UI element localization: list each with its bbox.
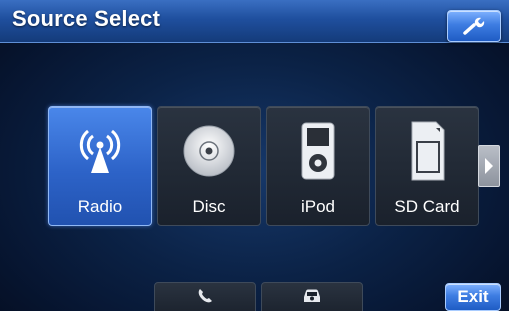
source-select-screen: Source Select Radio Disc iPod SD Card Ex… — [0, 0, 509, 311]
source-tiles: Radio Disc iPod SD Card — [48, 106, 479, 226]
source-label-disc: Disc — [192, 197, 226, 216]
source-label-sd-card: SD Card — [394, 197, 460, 216]
bottom-tiles — [154, 282, 363, 311]
source-label-ipod: iPod — [300, 197, 336, 216]
settings-button[interactable] — [447, 10, 501, 42]
source-tile-sd-card[interactable]: SD Card — [375, 106, 479, 226]
disc-icon — [158, 119, 260, 183]
phone-tile[interactable] — [154, 282, 256, 311]
radio-antenna-icon — [49, 119, 151, 183]
next-page-button[interactable] — [478, 145, 500, 187]
source-tile-disc[interactable]: Disc — [157, 106, 261, 226]
header-bar: Source Select — [0, 0, 509, 43]
exit-button[interactable]: Exit — [445, 283, 501, 311]
chevron-right-icon — [485, 158, 493, 174]
car-icon — [304, 289, 320, 302]
car-tile[interactable] — [261, 282, 363, 311]
sd-card-icon — [376, 119, 478, 183]
source-tile-ipod[interactable]: iPod — [266, 106, 370, 226]
source-tile-radio[interactable]: Radio — [48, 106, 152, 226]
wrench-icon — [463, 17, 485, 35]
phone-icon — [198, 289, 212, 303]
source-label-radio: Radio — [77, 197, 123, 216]
page-title: Source Select — [12, 6, 161, 31]
ipod-icon — [267, 119, 369, 183]
